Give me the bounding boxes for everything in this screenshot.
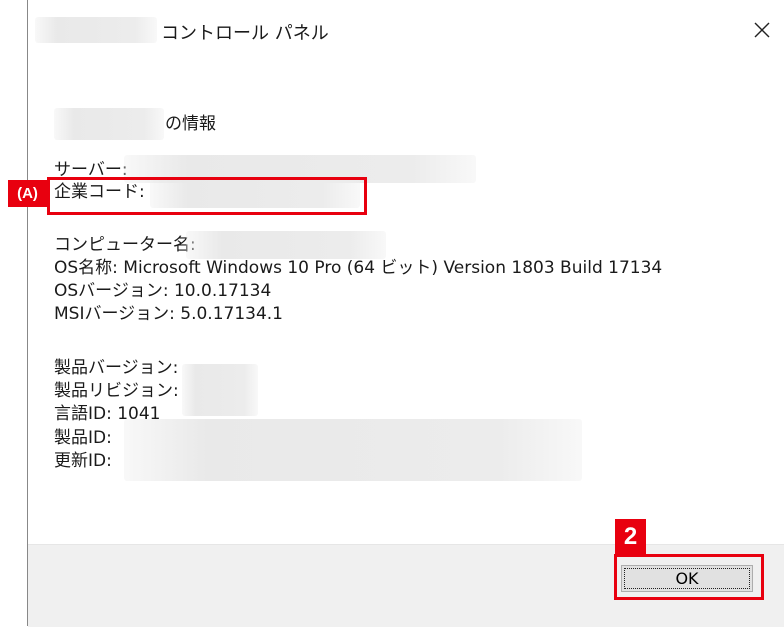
annotation-label-a: (A) [8,180,47,207]
update-id-label: 更新ID: [54,451,112,471]
redacted-app-name [35,17,157,43]
product-id-label: 製品ID: [54,428,112,448]
product-version-label: 製品バージョン: [54,358,179,378]
product-revision-label: 製品リビジョン: [54,381,179,401]
annotation-box-2 [614,554,764,600]
control-panel-dialog: コントロール パネル の情報 サーバー: 企業コード: コンピューター名: OS… [27,0,784,627]
redacted-computer-name [186,231,386,259]
annotation-label-2: 2 [615,519,646,554]
os-name-text: OS名称: Microsoft Windows 10 Pro (64 ビット) … [54,258,663,278]
title-bar: コントロール パネル [28,0,784,62]
os-version-text: OSバージョン: 10.0.17134 [54,281,272,301]
close-icon [754,22,770,38]
redacted-product-version [182,364,258,416]
window-title: コントロール パネル [161,23,329,44]
info-heading: の情報 [165,114,216,134]
msi-version-text: MSIバージョン: 5.0.17134.1 [54,304,284,324]
annotation-box-a [47,177,367,215]
redacted-product-update-ids [124,419,582,481]
computer-name-label: コンピューター名: [54,235,196,255]
redacted-product-name [54,108,164,140]
close-button[interactable] [739,12,784,48]
